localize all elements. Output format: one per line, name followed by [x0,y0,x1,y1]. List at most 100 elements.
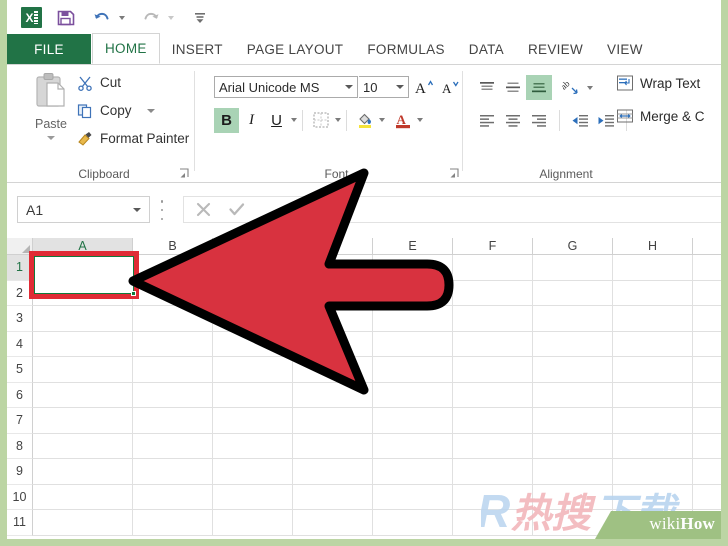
cell-H3[interactable] [613,306,693,332]
decrease-font-size-button[interactable]: A [439,76,461,98]
cell-D8[interactable] [293,433,373,459]
tab-view[interactable]: VIEW [595,34,655,64]
decrease-indent-button[interactable] [567,108,593,133]
cell-E7[interactable] [373,408,453,434]
column-header-D[interactable]: D [293,238,373,255]
cell-G3[interactable] [533,306,613,332]
cell-G9[interactable] [533,459,613,485]
row-header-3[interactable]: 3 [7,306,33,332]
cell-F11[interactable] [453,510,533,536]
cell-B10[interactable] [133,484,213,510]
cell-H7[interactable] [613,408,693,434]
cell-F4[interactable] [453,331,533,357]
column-header-E[interactable]: E [373,238,453,255]
italic-button[interactable]: I [239,108,264,133]
cell-D1[interactable] [293,255,373,281]
align-bottom-button[interactable] [526,75,552,100]
cell-B5[interactable] [133,357,213,383]
cell-A7[interactable] [33,408,133,434]
redo-dropdown-caret-icon[interactable] [168,15,174,20]
cell-H5[interactable] [613,357,693,383]
cell-A9[interactable] [33,459,133,485]
increase-font-size-button[interactable]: A [413,76,435,98]
align-center-button[interactable] [500,108,526,133]
column-header-C[interactable]: C [213,238,293,255]
cell-H1[interactable] [613,255,693,281]
cell-B11[interactable] [133,510,213,536]
cell-F10[interactable] [453,484,533,510]
cell-A3[interactable] [33,306,133,332]
cell-C10[interactable] [213,484,293,510]
cell-G10[interactable] [533,484,613,510]
cell-G7[interactable] [533,408,613,434]
formula-input-area[interactable] [183,196,721,223]
undo-dropdown-caret-icon[interactable] [119,15,125,20]
cell-I10[interactable] [693,484,721,510]
borders-dropdown-caret-icon[interactable] [335,118,341,122]
underline-button[interactable]: U [264,108,289,133]
cell-E5[interactable] [373,357,453,383]
cell-A6[interactable] [33,382,133,408]
enter-check-icon[interactable] [227,200,246,219]
row-header-7[interactable]: 7 [7,408,33,434]
merge-center-button[interactable]: Merge & C [616,107,705,125]
tab-page-layout[interactable]: PAGE LAYOUT [235,34,356,64]
cell-D7[interactable] [293,408,373,434]
cell-B8[interactable] [133,433,213,459]
clipboard-dialog-launcher-icon[interactable] [179,168,190,179]
cell-A5[interactable] [33,357,133,383]
cell-G2[interactable] [533,280,613,306]
cell-C1[interactable] [213,255,293,281]
cell-G4[interactable] [533,331,613,357]
cell-E3[interactable] [373,306,453,332]
cell-G8[interactable] [533,433,613,459]
column-header-I[interactable]: I [693,238,721,255]
cell-B4[interactable] [133,331,213,357]
font-name-caret-icon[interactable] [345,85,353,89]
cell-E10[interactable] [373,484,453,510]
orientation-dropdown-caret-icon[interactable] [587,85,593,90]
cell-I8[interactable] [693,433,721,459]
format-painter-button[interactable]: Format Painter [77,131,189,147]
cell-I5[interactable] [693,357,721,383]
font-size-caret-icon[interactable] [396,85,404,89]
align-left-button[interactable] [474,108,500,133]
cell-H4[interactable] [613,331,693,357]
tab-review[interactable]: REVIEW [516,34,595,64]
cell-H10[interactable] [613,484,693,510]
cell-I7[interactable] [693,408,721,434]
column-header-F[interactable]: F [453,238,533,255]
cell-A11[interactable] [33,510,133,536]
row-header-8[interactable]: 8 [7,433,33,459]
font-name-combobox[interactable]: Arial Unicode MS [214,76,358,98]
cell-I9[interactable] [693,459,721,485]
column-header-H[interactable]: H [613,238,693,255]
cell-E4[interactable] [373,331,453,357]
cell-C11[interactable] [213,510,293,536]
cell-F5[interactable] [453,357,533,383]
cell-E11[interactable] [373,510,453,536]
save-icon[interactable] [55,7,77,29]
row-header-5[interactable]: 5 [7,357,33,383]
cell-I3[interactable] [693,306,721,332]
cell-I4[interactable] [693,331,721,357]
column-header-G[interactable]: G [533,238,613,255]
cell-F6[interactable] [453,382,533,408]
align-middle-button[interactable] [500,75,526,100]
cell-H8[interactable] [613,433,693,459]
cell-C3[interactable] [213,306,293,332]
bold-button[interactable]: B [214,107,239,133]
cell-F2[interactable] [453,280,533,306]
cell-D3[interactable] [293,306,373,332]
customize-qat-icon[interactable] [192,10,208,26]
cell-E1[interactable] [373,255,453,281]
cell-H9[interactable] [613,459,693,485]
cell-D2[interactable] [293,280,373,306]
selected-cell-a1[interactable] [34,256,136,296]
font-dialog-launcher-icon[interactable] [449,168,460,179]
worksheet-grid[interactable]: ABCDEFGHI 1234567891011 [7,238,721,539]
paste-dropdown-caret-icon[interactable] [47,136,55,140]
cell-B7[interactable] [133,408,213,434]
cell-H6[interactable] [613,382,693,408]
cell-F8[interactable] [453,433,533,459]
